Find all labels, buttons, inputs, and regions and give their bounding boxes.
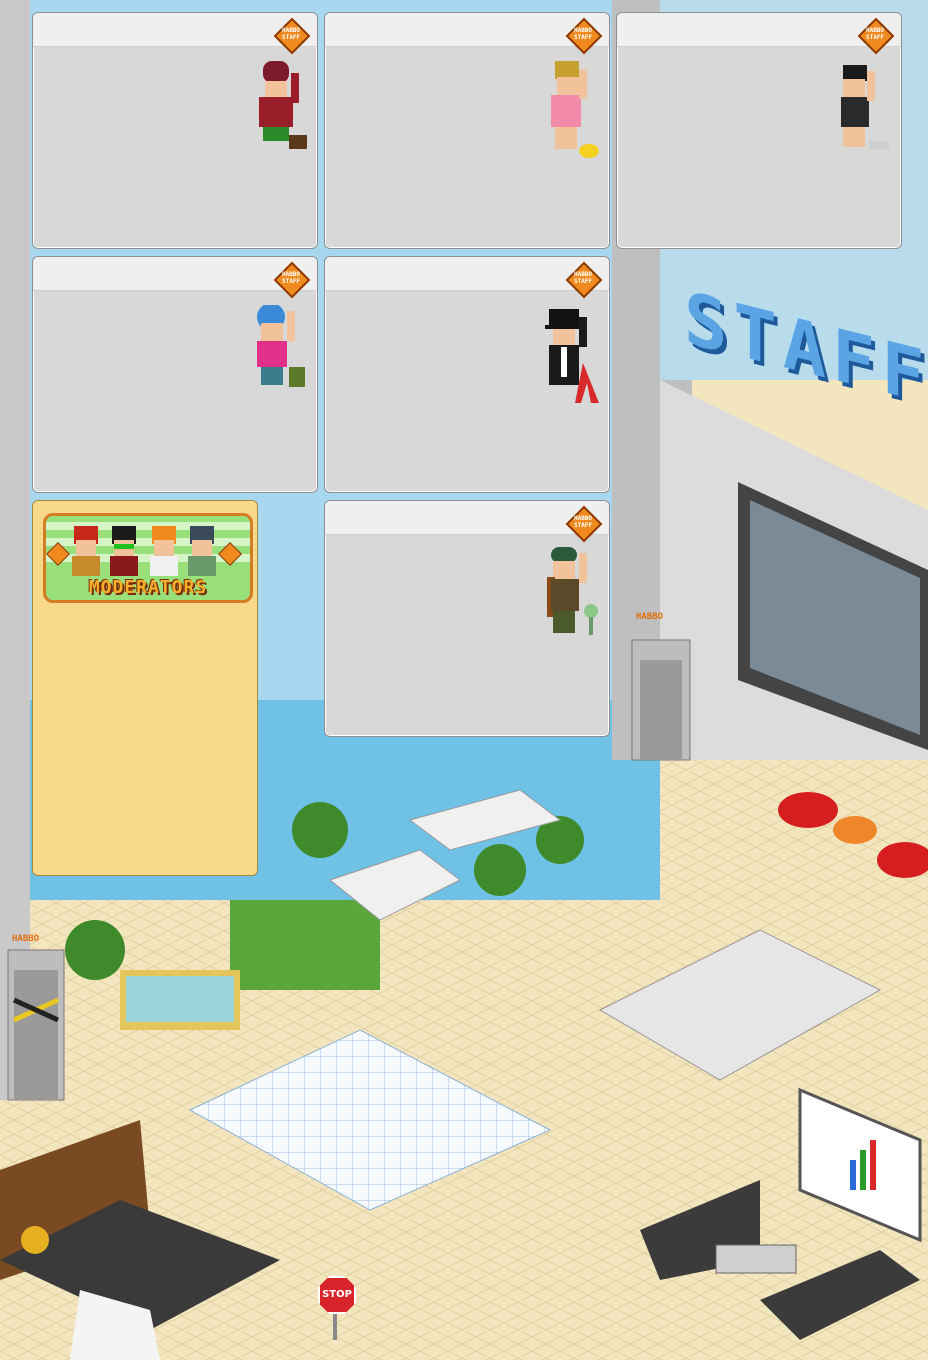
badge-line-1: HABBO [281,271,301,278]
badge-line-2: STAFF [281,278,301,285]
staff-avatar-4 [257,305,305,387]
moderator-avatars-group [46,526,243,576]
moderators-card[interactable]: MODERATORS [32,500,258,876]
habbo-staff-badge-icon: HABBO STAFF [273,17,311,55]
staff-card-3[interactable]: HABBO STAFF [616,12,902,249]
habbo-elevator-sign-right: HABBO [636,612,664,622]
badge-line-2: STAFF [281,34,301,41]
staff-card-4[interactable]: HABBO STAFF [32,256,318,493]
card-header [33,13,317,47]
card-header [33,257,317,291]
badge-line-2: STAFF [865,34,885,41]
card-header [325,501,609,535]
moderators-title: MODERATORS [88,577,208,598]
staff-avatar-6 [547,547,598,635]
staff-avatar-5 [545,309,599,403]
staff-card-2[interactable]: HABBO STAFF [324,12,610,249]
habbo-elevator-sign-left: HABBO [12,934,40,944]
badge-line-1: HABBO [573,515,593,522]
habbo-room-scene: STAFF HABBO HABBO STOP HABBO STAFF HABBO S… [0,0,928,1360]
habbo-staff-badge-icon: HABBO STAFF [273,261,311,299]
habbo-staff-badge-icon: HABBO STAFF [857,17,895,55]
habbo-staff-badge-icon: HABBO STAFF [565,261,603,299]
card-header [325,13,609,47]
badge-line-2: STAFF [573,522,593,529]
staff-avatar-3 [841,65,889,149]
staff-card-5[interactable]: HABBO STAFF [324,256,610,493]
badge-line-2: STAFF [573,34,593,41]
badge-line-1: HABBO [281,27,301,34]
staff-card-1[interactable]: HABBO STAFF [32,12,318,249]
staff-avatar-1 [259,61,307,149]
badge-line-1: HABBO [865,27,885,34]
habbo-staff-badge-icon: HABBO STAFF [565,17,603,55]
habbo-staff-badge-icon: HABBO STAFF [565,505,603,543]
card-header [617,13,901,47]
badge-line-2: STAFF [573,278,593,285]
moderators-banner: MODERATORS [43,513,253,603]
card-header [325,257,609,291]
staff-avatar-2 [551,61,599,158]
staff-card-6[interactable]: HABBO STAFF [324,500,610,737]
badge-line-1: HABBO [573,27,593,34]
badge-line-1: HABBO [573,271,593,278]
